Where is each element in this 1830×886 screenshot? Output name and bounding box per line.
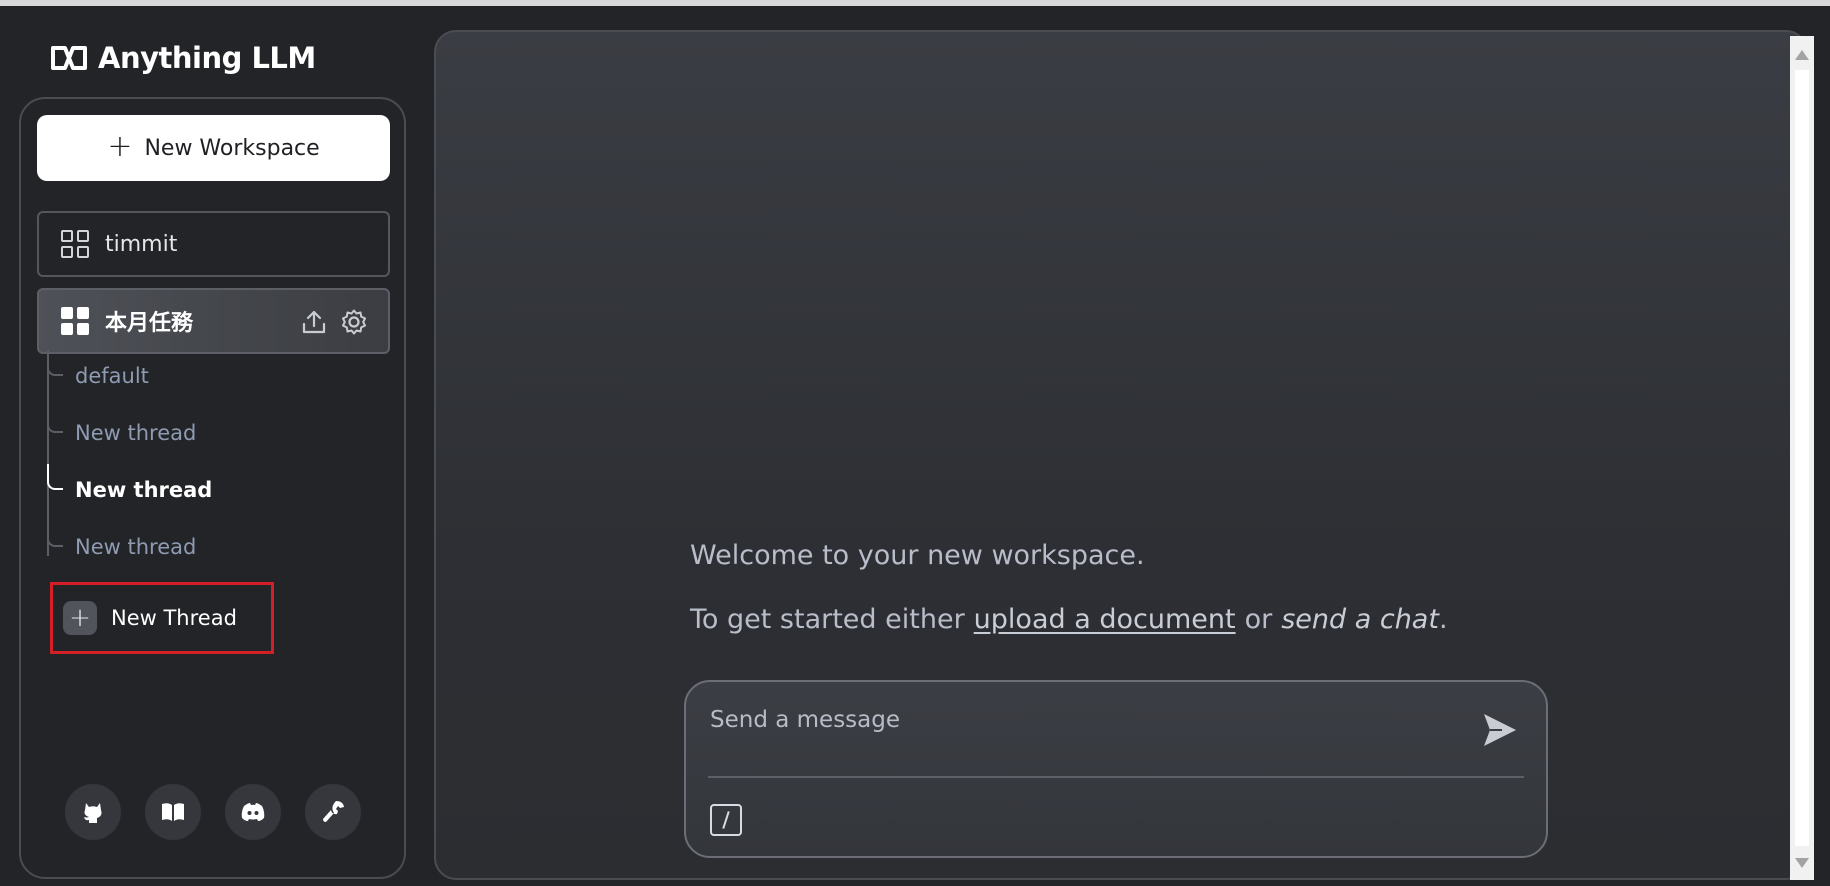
new-thread-label: New Thread bbox=[111, 606, 237, 630]
tree-branch bbox=[47, 464, 63, 490]
or-text: or bbox=[1244, 604, 1273, 635]
send-chat-text: send a chat bbox=[1281, 604, 1439, 635]
new-workspace-label: New Workspace bbox=[144, 135, 320, 161]
upload-document-link[interactable]: upload a document bbox=[974, 604, 1236, 635]
plus-icon: + bbox=[107, 128, 133, 164]
new-thread-button[interactable]: + New Thread bbox=[50, 582, 274, 654]
thread-label: default bbox=[75, 364, 149, 388]
book-icon[interactable] bbox=[145, 784, 201, 840]
chat-area: Welcome to your new workspace. To get st… bbox=[434, 30, 1808, 880]
thread-item-default[interactable]: default bbox=[47, 350, 347, 396]
grid-icon bbox=[61, 307, 89, 335]
plus-icon: + bbox=[63, 601, 97, 635]
thread-item[interactable]: New thread bbox=[47, 407, 347, 453]
started-prefix: To get started either bbox=[690, 604, 965, 635]
prompt-box bbox=[684, 680, 1548, 858]
anything-llm-logo-icon bbox=[51, 46, 87, 70]
workspace-label: timmit bbox=[105, 231, 178, 257]
workspace-label: 本月任務 bbox=[105, 311, 194, 336]
discord-icon[interactable] bbox=[225, 784, 281, 840]
tree-branch bbox=[47, 521, 63, 547]
slash-command-icon[interactable] bbox=[710, 804, 742, 836]
tree-branch bbox=[47, 407, 63, 433]
input-divider bbox=[708, 776, 1524, 778]
wrench-icon[interactable] bbox=[305, 784, 361, 840]
thread-label: New thread bbox=[75, 535, 197, 559]
grid-icon bbox=[61, 230, 89, 258]
scroll-down-arrow-icon[interactable] bbox=[1795, 858, 1809, 868]
thread-list: default New thread New thread New thread bbox=[47, 350, 387, 596]
app-name: Anything LLM bbox=[98, 41, 316, 75]
new-workspace-button[interactable]: + New Workspace bbox=[37, 115, 390, 181]
scroll-thumb[interactable] bbox=[1795, 70, 1809, 846]
tree-branch bbox=[47, 350, 63, 376]
thread-label: New thread bbox=[75, 478, 213, 502]
github-icon[interactable] bbox=[65, 784, 121, 840]
send-icon[interactable] bbox=[1480, 710, 1520, 750]
thread-item-current[interactable]: New thread bbox=[47, 464, 347, 510]
app-window: Anything LLM + New Workspace timmit 本月任務 bbox=[0, 6, 1830, 886]
thread-item[interactable]: New thread bbox=[47, 521, 347, 567]
workspace-item-active[interactable]: 本月任務 bbox=[37, 288, 390, 354]
gear-icon[interactable] bbox=[340, 308, 368, 336]
scrollbar[interactable] bbox=[1790, 36, 1814, 880]
period: . bbox=[1438, 604, 1448, 635]
workspace-item-timmit[interactable]: timmit bbox=[37, 211, 390, 277]
workspace-actions bbox=[300, 308, 368, 336]
getting-started-text: To get started either upload a document … bbox=[690, 604, 1448, 635]
sidebar: + New Workspace timmit 本月任務 default New … bbox=[19, 97, 406, 879]
upload-icon[interactable] bbox=[300, 308, 328, 336]
sidebar-footer bbox=[65, 784, 361, 840]
brand: Anything LLM bbox=[50, 36, 316, 80]
scroll-up-arrow-icon[interactable] bbox=[1795, 50, 1809, 60]
thread-label: New thread bbox=[75, 421, 197, 445]
welcome-text: Welcome to your new workspace. bbox=[690, 540, 1145, 571]
message-input[interactable] bbox=[710, 700, 1470, 740]
